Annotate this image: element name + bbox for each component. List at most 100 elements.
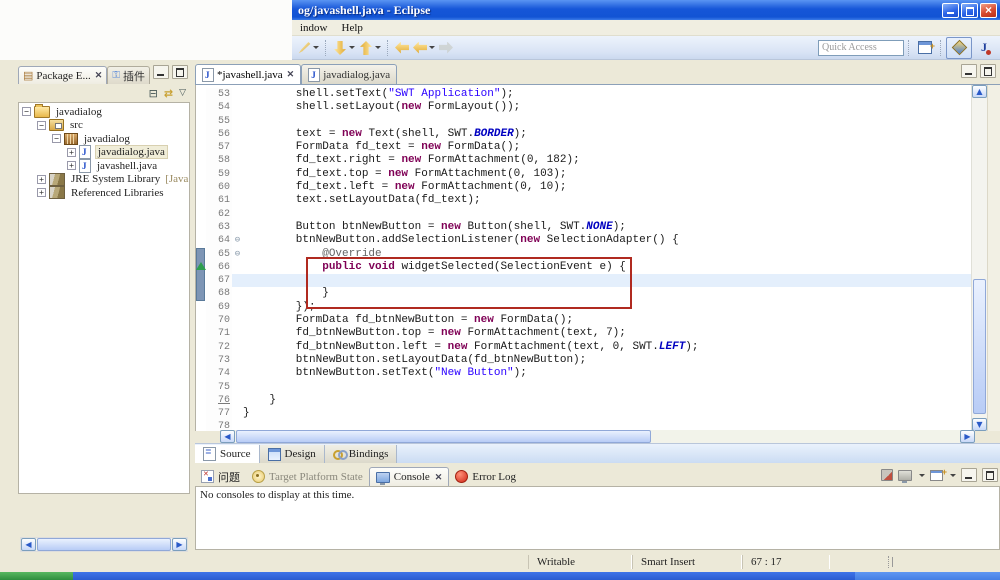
editor-hscrollbar[interactable]: ◀ ▶ <box>220 430 975 443</box>
console-tab[interactable]: 问题 <box>195 467 246 486</box>
code-line[interactable]: 53 shell.setText("SWT Application"); <box>196 88 1000 101</box>
overview-ruler[interactable] <box>987 85 1000 431</box>
java-perspective-button[interactable]: J <box>972 38 996 58</box>
editor-vscrollbar[interactable]: ▲ ▼ <box>971 85 988 431</box>
close-tab-icon[interactable]: ✕ <box>435 472 443 483</box>
collapse-icon[interactable]: − <box>22 107 31 116</box>
editor-tab[interactable]: *javashell.java✕ <box>195 64 301 84</box>
view-menu-icon[interactable]: ▽ <box>179 88 186 98</box>
tab-bindings[interactable]: Bindings <box>325 445 398 463</box>
expand-icon[interactable]: + <box>37 188 46 197</box>
code-line[interactable]: 55 <box>196 115 1000 128</box>
fold-marker-icon[interactable]: ⊖ <box>232 234 243 247</box>
minimize-window-button[interactable] <box>942 3 959 18</box>
close-tab-icon[interactable]: ✕ <box>95 70 103 81</box>
code-line[interactable]: 77} <box>196 407 1000 420</box>
open-perspective-button[interactable] <box>916 41 934 54</box>
menu-help[interactable]: Help <box>342 22 363 34</box>
code-line[interactable]: 74 btnNewButton.setText("New Button"); <box>196 367 1000 380</box>
minimize-editor-button[interactable] <box>961 64 977 78</box>
scroll-thumb[interactable] <box>37 538 171 551</box>
code-line[interactable]: 59 fd_text.top = new FormAttachment(0, 1… <box>196 168 1000 181</box>
console-tab[interactable]: Console✕ <box>369 467 450 486</box>
collapse-icon[interactable]: − <box>52 134 61 143</box>
console-tab[interactable]: Target Platform State <box>246 467 369 486</box>
expand-icon[interactable]: + <box>67 148 76 157</box>
collapse-icon[interactable]: − <box>37 121 46 130</box>
collapse-all-icon[interactable]: ⊟ <box>149 87 158 100</box>
scroll-thumb[interactable] <box>236 430 651 443</box>
code-line[interactable]: 54 shell.setLayout(new FormLayout()); <box>196 101 1000 114</box>
menu-window[interactable]: indow <box>300 22 328 34</box>
code-line[interactable]: 75 <box>196 381 1000 394</box>
pin-console-icon[interactable] <box>881 469 893 481</box>
tree-item[interactable]: +javashell.java <box>19 159 189 173</box>
tree-item[interactable]: −javadialog <box>19 132 189 146</box>
window-titlebar[interactable]: og/javashell.java - Eclipse <box>292 0 1000 20</box>
code-line[interactable]: 64⊖ btnNewButton.addSelectionListener(ne… <box>196 234 1000 247</box>
forward-button[interactable] <box>439 42 453 54</box>
start-button-edge[interactable] <box>0 572 73 580</box>
down-arrow-icon <box>334 41 346 55</box>
package-explorer-hscrollbar[interactable]: ◀ ▶ <box>20 537 188 552</box>
annotation-gutter <box>196 381 206 394</box>
open-console-icon[interactable] <box>930 470 943 481</box>
expand-icon[interactable]: + <box>37 175 46 184</box>
taskbar-tray[interactable] <box>855 572 1000 580</box>
minimize-view-button[interactable] <box>153 65 169 79</box>
code-line[interactable]: 70 FormData fd_btnNewButton = new FormDa… <box>196 314 1000 327</box>
tab-design[interactable]: Design <box>260 445 325 463</box>
link-with-editor-icon[interactable]: ⇄ <box>164 87 173 100</box>
dropdown-caret-icon[interactable] <box>950 474 956 477</box>
tree-item[interactable]: −javadialog <box>19 105 189 119</box>
tab-package-explorer[interactable]: ▤ Package E... ✕ <box>18 66 107 84</box>
minimize-console-button[interactable] <box>961 468 977 482</box>
fold-marker-icon[interactable]: ⊖ <box>232 248 243 261</box>
tree-item[interactable]: +Referenced Libraries <box>19 186 189 200</box>
scroll-left-icon[interactable]: ◀ <box>21 538 36 551</box>
maximize-view-button[interactable] <box>172 65 188 79</box>
active-perspective-button[interactable] <box>946 37 972 59</box>
next-annotation-button[interactable] <box>333 42 355 54</box>
code-segment: Button(shell, SWT. <box>461 221 586 233</box>
quick-access-input[interactable]: Quick Access <box>818 40 904 56</box>
code-line[interactable]: 58 fd_text.right = new FormAttachment(0,… <box>196 154 1000 167</box>
last-edit-location-button[interactable] <box>395 42 409 54</box>
restore-window-button[interactable] <box>961 3 978 18</box>
tab-plugins[interactable]: ⚿ 插件 <box>107 66 150 84</box>
taskbar[interactable] <box>0 572 1000 580</box>
maximize-editor-button[interactable] <box>980 64 996 78</box>
code-line[interactable]: 73 btnNewButton.setLayoutData(fd_btnNewB… <box>196 354 1000 367</box>
close-tab-icon[interactable]: ✕ <box>287 69 295 80</box>
back-button[interactable] <box>413 42 435 54</box>
mark-occurrences-button[interactable] <box>298 41 319 54</box>
code-line[interactable]: 57 FormData fd_text = new FormData(); <box>196 141 1000 154</box>
code-line[interactable]: 72 fd_btnNewButton.left = new FormAttach… <box>196 341 1000 354</box>
tree-item[interactable]: −src <box>19 119 189 133</box>
code-line[interactable]: 60 fd_text.left = new FormAttachment(0, … <box>196 181 1000 194</box>
scroll-right-icon[interactable]: ▶ <box>960 430 975 443</box>
code-line[interactable]: 71 fd_btnNewButton.top = new FormAttachm… <box>196 327 1000 340</box>
close-window-button[interactable] <box>980 3 997 18</box>
dropdown-caret-icon[interactable] <box>919 474 925 477</box>
code-line[interactable]: 76 } <box>196 394 1000 407</box>
tree-item[interactable]: +javadialog.java <box>19 146 189 160</box>
scroll-right-icon[interactable]: ▶ <box>172 538 187 551</box>
code-line[interactable]: 56 text = new Text(shell, SWT.BORDER); <box>196 128 1000 141</box>
maximize-console-button[interactable] <box>982 468 998 482</box>
tree-item[interactable]: +JRE System Library[JavaSE-1. <box>19 173 189 187</box>
code-editor[interactable]: 53 shell.setText("SWT Application");54 s… <box>195 85 1000 431</box>
code-line[interactable]: 61 text.setLayoutData(fd_text); <box>196 194 1000 207</box>
tab-source[interactable]: Source <box>195 445 260 463</box>
code-line[interactable]: 63 Button btnNewButton = new Button(shel… <box>196 221 1000 234</box>
previous-annotation-button[interactable] <box>359 42 381 54</box>
override-marker-icon[interactable] <box>196 262 206 270</box>
display-console-icon[interactable] <box>898 470 912 481</box>
code-line[interactable]: 62 <box>196 208 1000 221</box>
console-tab[interactable]: Error Log <box>449 467 522 486</box>
scroll-left-icon[interactable]: ◀ <box>220 430 235 443</box>
scroll-up-icon[interactable]: ▲ <box>972 85 987 98</box>
scroll-thumb[interactable] <box>973 279 986 414</box>
editor-tab[interactable]: javadialog.java <box>301 64 397 84</box>
expand-icon[interactable]: + <box>67 161 76 170</box>
